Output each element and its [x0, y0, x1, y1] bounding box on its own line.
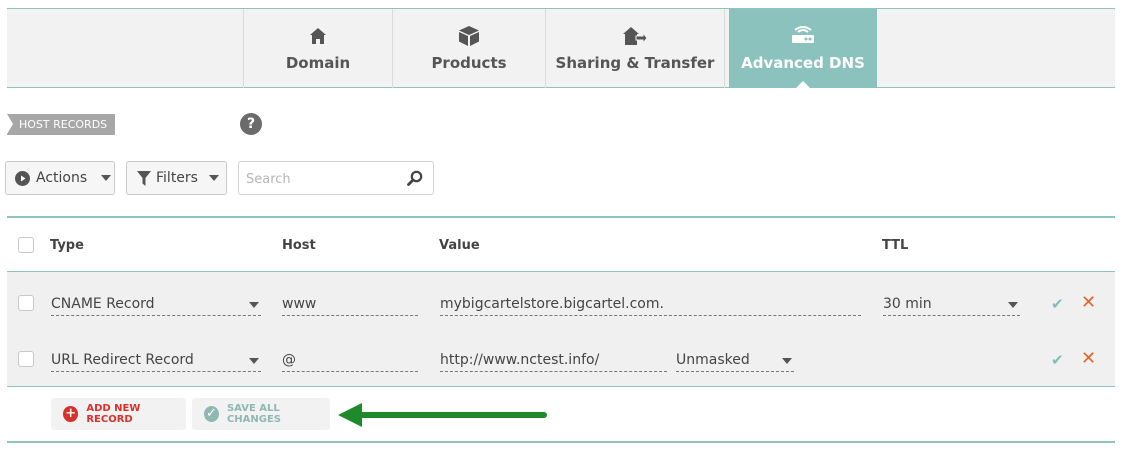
ttl-select[interactable]: 30 min [883, 294, 1020, 316]
record-type-value: URL Redirect Record [51, 352, 194, 368]
green-arrow-annotation [338, 403, 547, 427]
value-field[interactable]: mybigcartelstore.bigcartel.com. [440, 294, 861, 316]
host-records-label: HOST RECORDS [7, 114, 116, 135]
redirect-mode-select[interactable]: Unmasked [676, 350, 794, 372]
add-new-record-button[interactable]: + ADD NEW RECORD [51, 398, 186, 430]
search-input[interactable] [246, 169, 396, 189]
help-icon[interactable]: ? [240, 113, 262, 135]
chevron-down-icon [101, 175, 112, 181]
select-all-checkbox[interactable] [18, 237, 34, 253]
checkmark-icon[interactable]: ✔ [1051, 295, 1064, 313]
home-icon [309, 25, 327, 47]
add-new-record-label: ADD NEW RECORD [86, 403, 141, 425]
close-icon[interactable]: ✕ [1081, 292, 1096, 313]
save-all-changes-button[interactable]: ✓ SAVE ALL CHANGES [192, 398, 330, 430]
column-header-type[interactable]: Type [50, 238, 84, 253]
actions-label: Actions [36, 170, 88, 186]
tab-domain[interactable]: Domain [243, 9, 392, 88]
tab-advanced-dns[interactable]: Advanced DNS [729, 9, 877, 89]
search-icon[interactable] [407, 170, 423, 190]
chevron-down-icon [208, 175, 219, 181]
tab-label: Products [431, 54, 507, 72]
record-type-select[interactable]: CNAME Record [51, 294, 261, 316]
chevron-down-icon [249, 358, 259, 364]
row-checkbox[interactable] [18, 295, 34, 311]
host-field[interactable]: @ [282, 350, 418, 372]
check-circle-icon: ✓ [204, 406, 219, 422]
host-field[interactable]: www [282, 294, 418, 316]
tab-label: Domain [285, 54, 351, 72]
tab-sharing-transfer[interactable]: Sharing & Transfer [545, 9, 725, 88]
tab-products[interactable]: Products [392, 9, 545, 88]
table-header: Type Host Value TTL [7, 218, 1115, 271]
record-type-value: CNAME Record [51, 296, 155, 312]
chevron-down-icon [782, 358, 792, 364]
column-header-value[interactable]: Value [439, 238, 480, 253]
table-bottom-divider [7, 441, 1115, 443]
search-box [238, 161, 434, 195]
records-table-body: CNAME Record www mybigcartelstore.bigcar… [7, 271, 1115, 387]
plus-icon: + [63, 406, 79, 422]
dns-settings-page: Domain Products Sharing & Transfer Advan… [0, 0, 1125, 453]
filters-label: Filters [156, 170, 198, 186]
ttl-value: 30 min [883, 296, 932, 312]
table-row: URL Redirect Record @ http://www.nctest.… [7, 330, 1115, 386]
tab-label: Advanced DNS [741, 54, 865, 72]
domain-tabs-bar: Domain Products Sharing & Transfer Advan… [7, 8, 1115, 89]
close-icon[interactable]: ✕ [1081, 348, 1096, 369]
transfer-icon [622, 25, 648, 47]
actions-dropdown[interactable]: Actions [5, 161, 115, 195]
box-icon [458, 25, 480, 47]
filters-dropdown[interactable]: Filters [126, 161, 227, 195]
column-header-ttl[interactable]: TTL [882, 238, 908, 253]
redirect-mode-value: Unmasked [676, 352, 750, 368]
router-icon [790, 25, 816, 47]
checkmark-icon[interactable]: ✔ [1051, 351, 1064, 369]
tab-label: Sharing & Transfer [555, 54, 715, 72]
table-row: CNAME Record www mybigcartelstore.bigcar… [7, 274, 1115, 330]
row-checkbox[interactable] [18, 351, 34, 367]
filter-icon [137, 170, 151, 186]
record-type-select[interactable]: URL Redirect Record [51, 350, 261, 372]
column-header-host[interactable]: Host [282, 238, 316, 253]
chevron-down-icon [1008, 302, 1018, 308]
play-circle-icon [15, 170, 30, 186]
chevron-down-icon [249, 302, 259, 308]
save-all-changes-label: SAVE ALL CHANGES [226, 403, 281, 425]
value-field[interactable]: http://www.nctest.info/ [440, 350, 667, 372]
